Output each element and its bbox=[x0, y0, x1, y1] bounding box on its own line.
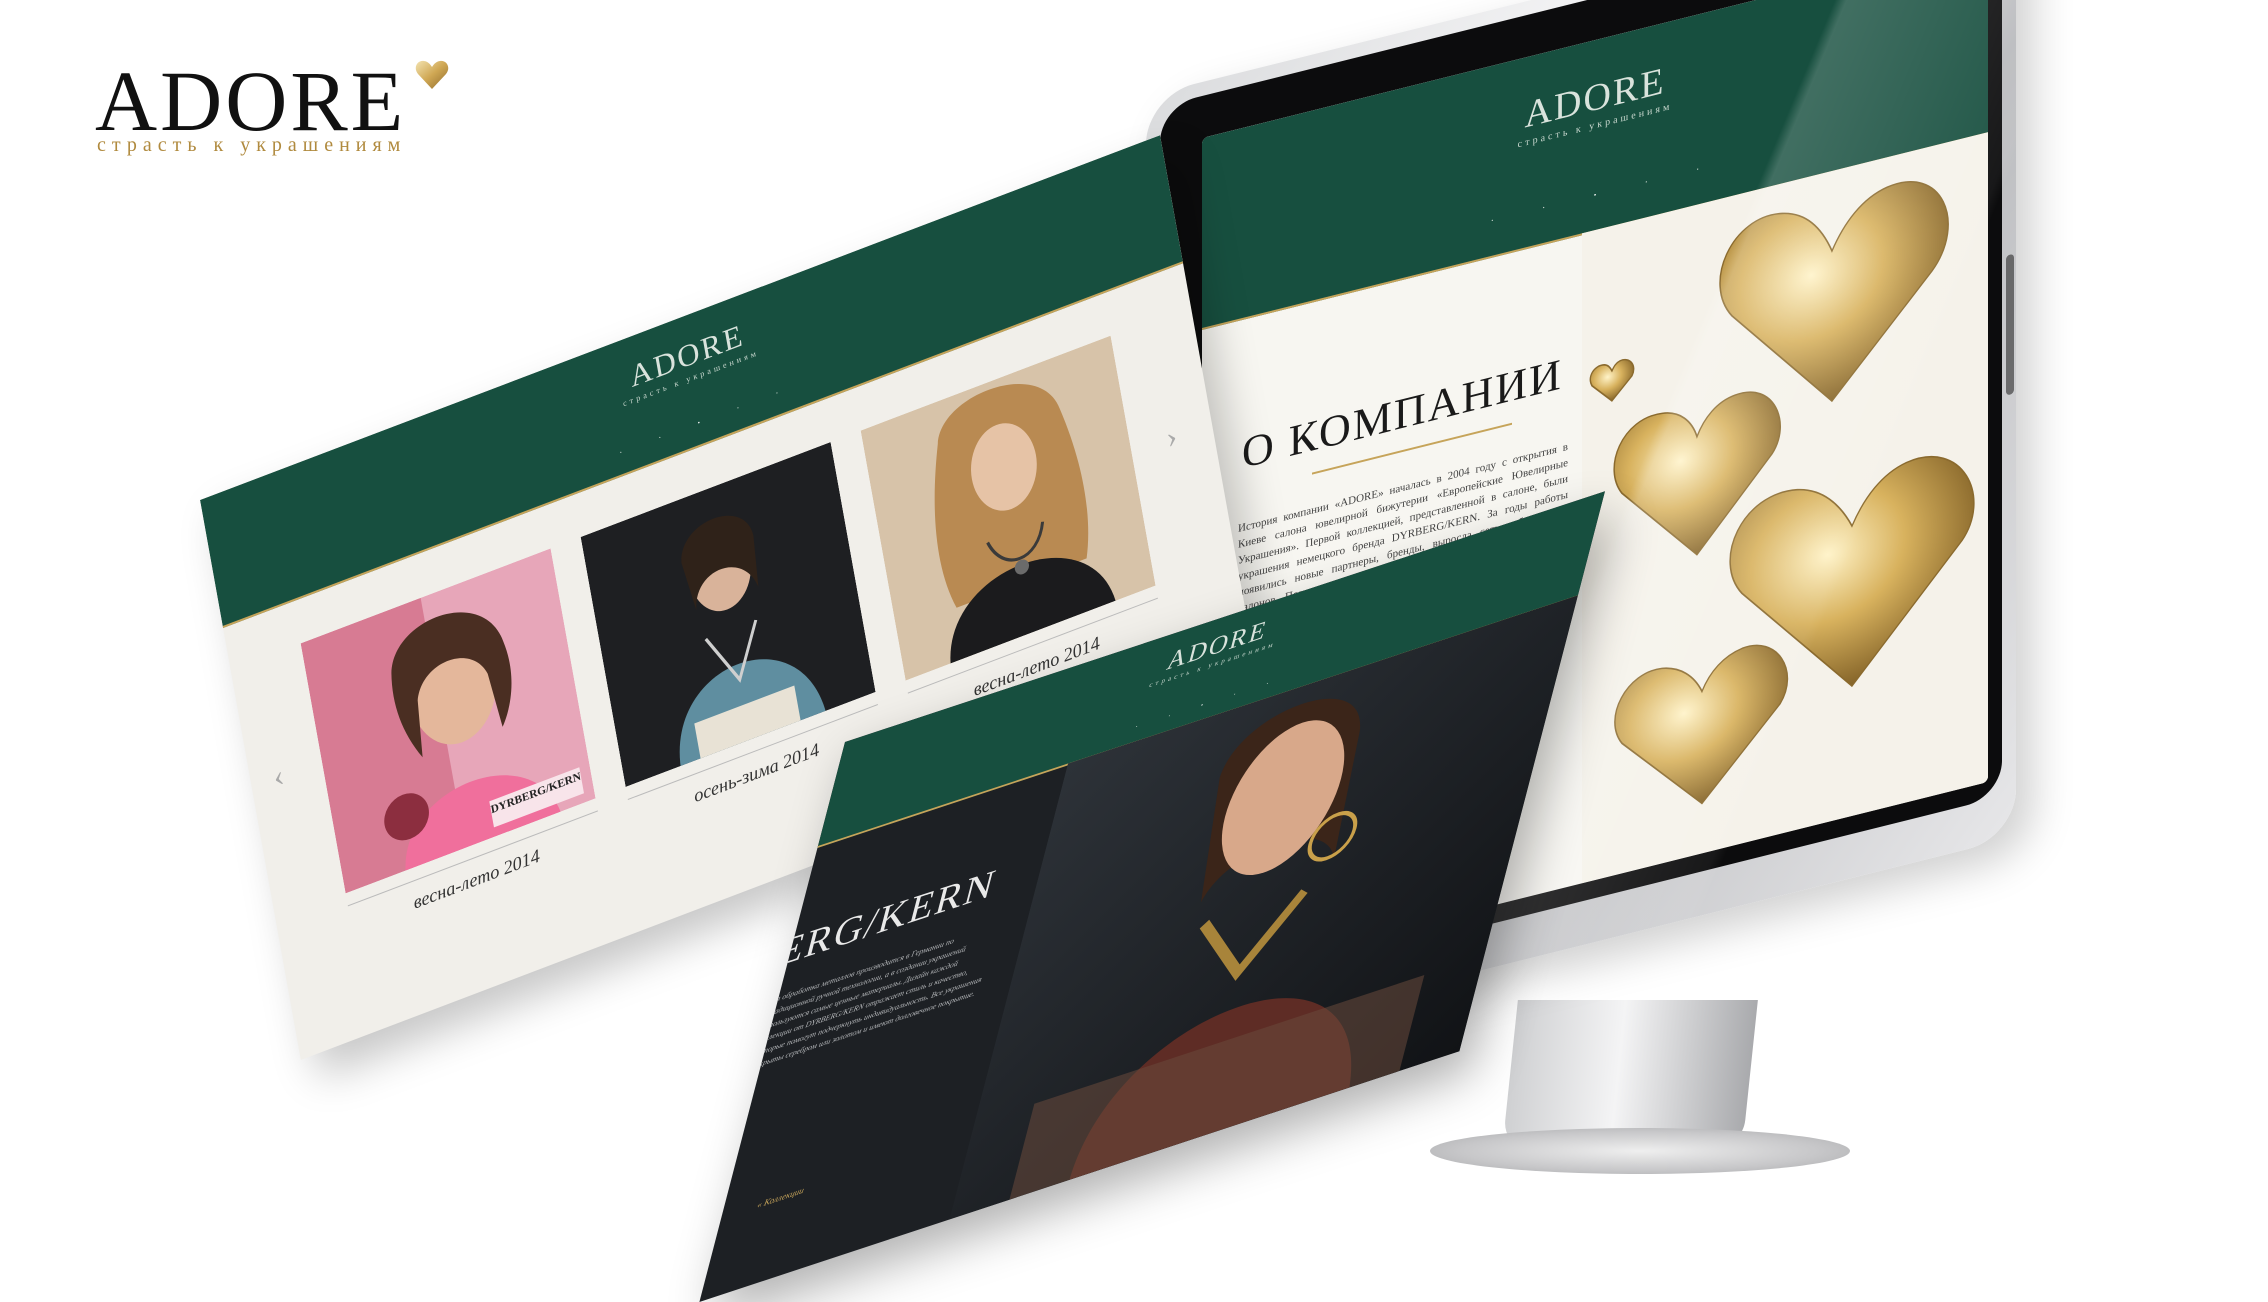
brand-wordmark: ADORE bbox=[95, 53, 407, 149]
heart-icon bbox=[415, 60, 449, 89]
nav-item[interactable]: · bbox=[1542, 202, 1545, 214]
nav-item[interactable]: · bbox=[1265, 679, 1270, 689]
monitor-side-slot bbox=[2006, 253, 2014, 396]
collection-card[interactable]: DYRBERG/KERN весна-лето 2014 bbox=[300, 548, 604, 938]
nav-item[interactable]: · bbox=[1491, 215, 1494, 227]
carousel-next-arrow[interactable]: › bbox=[1164, 419, 1180, 457]
nav-item-active[interactable]: · bbox=[1593, 190, 1596, 202]
brand-tagline: страсть к украшениям bbox=[97, 134, 407, 156]
collections-link[interactable]: « Коллекции bbox=[756, 1185, 805, 1210]
nav-item[interactable]: · bbox=[1167, 711, 1172, 721]
nav-item[interactable]: · bbox=[1232, 689, 1237, 699]
nav-item-active[interactable]: · bbox=[1199, 700, 1204, 710]
nav-item-active[interactable]: · bbox=[696, 417, 701, 428]
carousel-prev-arrow[interactable]: ‹ bbox=[271, 758, 287, 796]
nav-item[interactable]: · bbox=[618, 447, 623, 458]
nav-item[interactable]: · bbox=[736, 402, 741, 413]
nav-item[interactable]: · bbox=[775, 387, 780, 398]
site-logo[interactable]: ADORE страсть к украшениям bbox=[1518, 57, 1673, 150]
monitor-stand-base bbox=[1430, 1128, 1850, 1174]
nav-item[interactable]: · bbox=[1134, 722, 1139, 732]
nav-item[interactable]: · bbox=[1696, 164, 1699, 176]
site-logo[interactable]: ADORE страсть к украшениям bbox=[616, 314, 759, 408]
nav-item[interactable]: · bbox=[1645, 177, 1648, 189]
brand-logo: ADORE страсть к украшениям bbox=[95, 58, 475, 168]
nav-item[interactable]: · bbox=[657, 432, 662, 443]
gold-heart-gems-image bbox=[1582, 132, 1988, 884]
